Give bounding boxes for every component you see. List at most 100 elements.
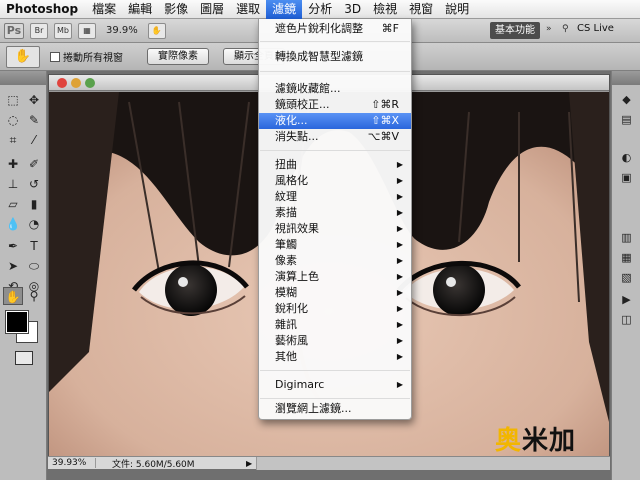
menu-item-pixelate[interactable]: 像素 ▶ <box>259 253 411 269</box>
menu-layer[interactable]: 圖層 <box>194 0 230 19</box>
scroll-all-windows-checkbox[interactable] <box>50 51 60 62</box>
close-window-icon[interactable] <box>57 78 67 88</box>
menu-item-label: 筆觸 <box>275 238 297 251</box>
menu-window[interactable]: 視窗 <box>403 0 439 19</box>
menu-edit[interactable]: 編輯 <box>122 0 158 19</box>
masks-panel-icon[interactable]: ▣ <box>619 171 634 185</box>
watermark-char-2: 米加 <box>522 426 577 456</box>
menu-item-artistic[interactable]: 藝術風 ▶ <box>259 333 411 349</box>
app-menu[interactable]: Photoshop <box>0 2 86 16</box>
clone-stamp-tool-icon[interactable]: ⊥ <box>3 175 23 193</box>
healing-brush-tool-icon[interactable]: ✚ <box>3 155 23 173</box>
menu-item-label: 紋理 <box>275 190 297 203</box>
adjustments-panel-icon[interactable]: ◐ <box>619 151 634 165</box>
tool-preset-picker[interactable]: ✋ <box>6 45 40 68</box>
paths-icon[interactable]: ▧ <box>619 271 634 285</box>
status-menu-arrow-icon[interactable]: ▶ <box>246 459 256 468</box>
gradient-tool-icon[interactable]: ▮ <box>24 195 44 213</box>
submenu-arrow-icon: ▶ <box>396 304 403 313</box>
menu-bar: Photoshop 檔案 編輯 影像 圖層 選取 濾鏡 分析 3D 檢視 視窗 … <box>0 0 640 19</box>
menu-select[interactable]: 選取 <box>230 0 266 19</box>
menu-item-filter-gallery[interactable]: 濾鏡收藏館... <box>259 81 411 97</box>
menu-item-texture[interactable]: 紋理 ▶ <box>259 189 411 205</box>
menu-item-lens-correction[interactable]: 鏡頭校正... ⇧⌘R <box>259 97 411 113</box>
shape-tool-icon[interactable]: ⬭ <box>24 257 44 275</box>
quick-select-tool-icon[interactable]: ✎ <box>24 111 44 129</box>
minimize-window-icon[interactable] <box>71 78 81 88</box>
menu-item-liquify[interactable]: 液化... ⇧⌘X <box>259 113 411 129</box>
menu-analysis[interactable]: 分析 <box>302 0 338 19</box>
menu-item-noise[interactable]: 雜訊 ▶ <box>259 317 411 333</box>
quick-mask-button[interactable] <box>15 351 33 365</box>
foreground-color-swatch[interactable] <box>5 310 29 334</box>
menu-item-sharpen[interactable]: 銳利化 ▶ <box>259 301 411 317</box>
3d-panel-icon[interactable]: ◆ <box>619 93 634 107</box>
menu-view[interactable]: 檢視 <box>367 0 403 19</box>
menu-item-distort[interactable]: 扭曲 ▶ <box>259 157 411 173</box>
menu-separator <box>260 41 410 42</box>
menu-item-stylize[interactable]: 風格化 ▶ <box>259 173 411 189</box>
hand-view-button[interactable]: ✋ <box>147 22 166 39</box>
menu-item-unsharp-mask[interactable]: 遮色片銳利化調整 ⌘F <box>259 21 411 37</box>
filter-menu-dropdown: 遮色片銳利化調整 ⌘F 轉換成智慧型濾鏡 濾鏡收藏館... 鏡頭校正... ⇧⌘… <box>258 19 412 420</box>
eraser-tool-icon[interactable]: ▱ <box>3 195 23 213</box>
history-brush-tool-icon[interactable]: ↺ <box>24 175 44 193</box>
marquee-tool-icon[interactable]: ⬚ <box>3 91 23 109</box>
zoom-level-select[interactable]: 39.9% <box>102 25 142 36</box>
type-tool-icon[interactable]: T <box>24 237 44 255</box>
layers-panel-icon[interactable]: ▤ <box>619 113 634 127</box>
status-zoom-field[interactable]: 39.93% <box>48 458 96 468</box>
menu-filter[interactable]: 濾鏡 <box>266 0 303 19</box>
menu-item-vanishing-point[interactable]: 消失點... ⌥⌘V <box>259 129 411 145</box>
dodge-tool-icon[interactable]: ◔ <box>24 215 44 233</box>
scroll-all-windows-option[interactable]: 捲動所有視窗 <box>50 49 123 64</box>
mini-bridge-button[interactable]: Mb <box>54 22 72 39</box>
tools-panel-grip[interactable] <box>0 71 46 85</box>
bridge-button[interactable]: Br <box>30 22 48 39</box>
menu-item-convert-smart-filters[interactable]: 轉換成智慧型濾鏡 <box>259 49 411 65</box>
zoom-tool-icon[interactable]: ⚲ <box>24 287 44 305</box>
path-select-tool-icon[interactable]: ➤ <box>3 257 23 275</box>
menu-item-blur[interactable]: 模糊 ▶ <box>259 285 411 301</box>
submenu-arrow-icon: ▶ <box>396 224 403 233</box>
menu-item-brush-strokes[interactable]: 筆觸 ▶ <box>259 237 411 253</box>
history-icon[interactable]: ▶ <box>619 293 634 307</box>
panel-dock-grip[interactable] <box>612 71 640 85</box>
move-tool-icon[interactable]: ✥ <box>24 91 44 109</box>
search-icon[interactable]: ⚲ <box>562 24 569 34</box>
menu-file[interactable]: 檔案 <box>86 0 122 19</box>
submenu-arrow-icon: ▶ <box>396 320 403 329</box>
menu-item-label: 遮色片銳利化調整 <box>275 22 363 35</box>
workspace-essentials-button[interactable]: 基本功能 <box>490 22 540 39</box>
menu-image[interactable]: 影像 <box>158 0 194 19</box>
menu-item-video[interactable]: 視訊效果 ▶ <box>259 221 411 237</box>
channels-icon[interactable]: ▦ <box>619 251 634 265</box>
submenu-arrow-icon: ▶ <box>396 256 403 265</box>
more-workspaces-icon[interactable]: » <box>546 24 552 34</box>
zoom-window-icon[interactable] <box>85 78 95 88</box>
menu-item-label: 濾鏡收藏館... <box>275 82 341 95</box>
menu-help[interactable]: 說明 <box>439 0 475 19</box>
menu-item-label: 模糊 <box>275 286 297 299</box>
blur-tool-icon[interactable]: 💧 <box>3 215 23 233</box>
actual-pixels-button[interactable]: 實際像素 <box>147 48 209 65</box>
menu-item-other[interactable]: 其他 ▶ <box>259 349 411 365</box>
eyedropper-tool-icon[interactable]: ⁄ <box>24 131 44 149</box>
menu-item-digimarc[interactable]: Digimarc ▶ <box>259 377 411 393</box>
menu-item-sketch[interactable]: 素描 ▶ <box>259 205 411 221</box>
layers-icon[interactable]: ▥ <box>619 231 634 245</box>
cs-live-button[interactable]: CS Live <box>577 23 614 34</box>
menu-3d[interactable]: 3D <box>338 0 367 19</box>
menu-item-render[interactable]: 演算上色 ▶ <box>259 269 411 285</box>
brush-tool-icon[interactable]: ✐ <box>24 155 44 173</box>
lasso-tool-icon[interactable]: ◌ <box>3 111 23 129</box>
horizontal-scrollbar[interactable] <box>256 456 610 470</box>
view-extras-button[interactable]: ▦ <box>78 22 96 39</box>
menu-item-label: 液化... <box>275 114 308 127</box>
submenu-arrow-icon: ▶ <box>396 272 403 281</box>
actions-icon[interactable]: ◫ <box>619 313 634 327</box>
pen-tool-icon[interactable]: ✒ <box>3 237 23 255</box>
menu-item-browse-filters-online[interactable]: 瀏覽網上濾鏡... <box>259 401 411 417</box>
crop-tool-icon[interactable]: ⌗ <box>3 131 23 149</box>
hand-tool-icon[interactable]: ✋ <box>3 287 23 305</box>
